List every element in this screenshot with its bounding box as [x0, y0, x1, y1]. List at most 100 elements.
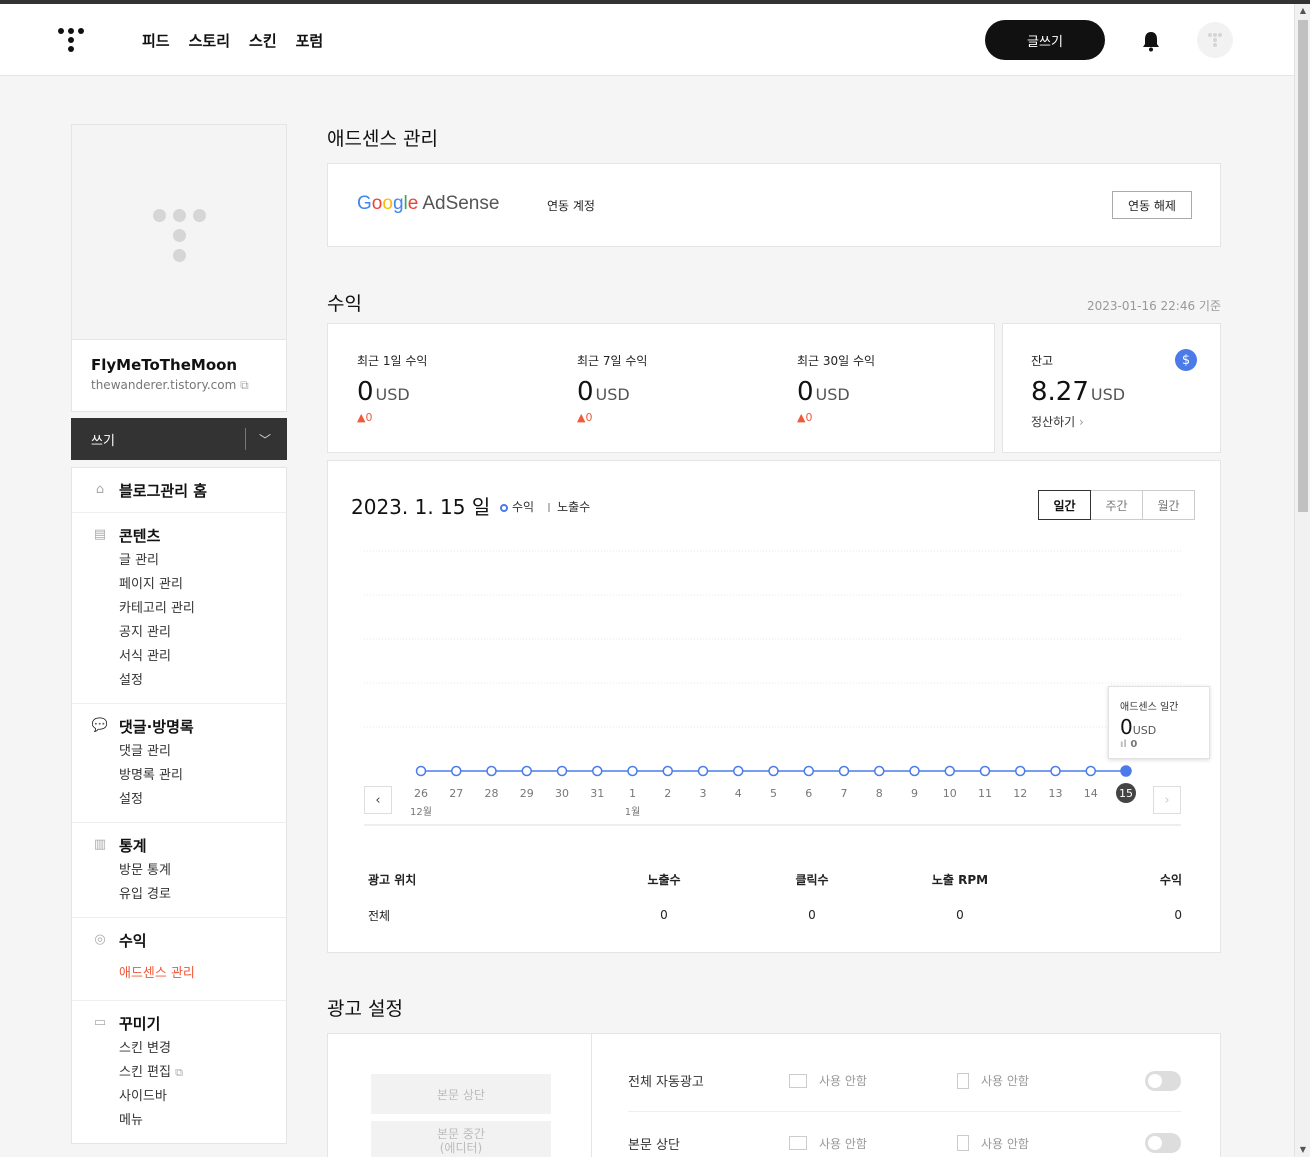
x-tick-label[interactable]: 15: [1119, 787, 1133, 800]
x-tick-label[interactable]: 30: [555, 787, 569, 800]
data-point[interactable]: [592, 765, 603, 777]
tistory-logo-icon[interactable]: [58, 28, 84, 54]
document-icon: ▤: [93, 527, 107, 542]
nav-feed[interactable]: 피드: [142, 30, 170, 51]
data-point[interactable]: [521, 765, 532, 777]
scroll-down-arrow-icon[interactable]: ▼: [1298, 1145, 1308, 1155]
sidebar-item-skin-edit[interactable]: 스킨 편집 ⧉: [72, 1061, 286, 1085]
write-post-button[interactable]: 글쓰기: [985, 20, 1105, 60]
x-tick-label[interactable]: 31: [590, 787, 604, 800]
data-point[interactable]: [1085, 765, 1096, 777]
ad-option-2[interactable]: 사용 안함: [957, 1072, 1125, 1089]
data-point[interactable]: [556, 765, 568, 777]
nav-skin[interactable]: 스킨: [249, 30, 277, 51]
ad-option-1[interactable]: 사용 안함: [789, 1135, 957, 1152]
blog-name[interactable]: FlyMeToTheMoon: [91, 356, 267, 374]
data-point[interactable]: [662, 765, 673, 777]
sidebar-item-page-manage[interactable]: 페이지 관리: [72, 573, 286, 597]
data-point[interactable]: [979, 765, 991, 777]
x-tick-label[interactable]: 2: [664, 787, 671, 800]
external-link-icon: ⧉: [175, 1066, 183, 1079]
sidebar-item-adsense-manage[interactable]: 애드센스 관리: [72, 962, 286, 986]
data-point[interactable]: [486, 765, 497, 777]
sidebar-item-referrer[interactable]: 유입 경로: [72, 883, 286, 907]
data-point[interactable]: [874, 765, 885, 777]
scrollbar-thumb[interactable]: [1298, 20, 1308, 512]
sidebar-item-comments[interactable]: 💬 댓글·방명록: [72, 716, 286, 736]
period-weekly-button[interactable]: 주간: [1090, 490, 1143, 520]
sidebar-item-guestbook-manage[interactable]: 방명록 관리: [72, 764, 286, 788]
x-tick-label[interactable]: 29: [520, 787, 534, 800]
chart-prev-button[interactable]: ‹: [364, 786, 392, 814]
sidebar-item-comment-manage[interactable]: 댓글 관리: [72, 740, 286, 764]
x-tick-label[interactable]: 9: [911, 787, 918, 800]
page-scrollbar[interactable]: ▲ ▼: [1294, 4, 1310, 1157]
ad-option-2[interactable]: 사용 안함: [957, 1135, 1125, 1152]
x-tick-label[interactable]: 8: [876, 787, 883, 800]
revenue-line-chart[interactable]: 26 27 28 29 30 31 1 2 3 4 5 6 7 8 9 10 11 12 13 14 1512월 1월: [328, 531, 1220, 831]
sidebar-item-notice-manage[interactable]: 공지 관리: [72, 621, 286, 645]
scroll-up-arrow-icon[interactable]: ▲: [1298, 6, 1308, 16]
data-point[interactable]: [909, 765, 920, 777]
data-point[interactable]: [451, 765, 462, 777]
sidebar-item-skin-change[interactable]: 스킨 변경: [72, 1037, 286, 1061]
sidebar-item-revenue[interactable]: ◎ 수익: [72, 930, 286, 950]
sidebar-item-sidebar[interactable]: 사이드바: [72, 1085, 286, 1109]
x-tick-label[interactable]: 4: [735, 787, 742, 800]
sidebar-item-stats[interactable]: ▥ 통계: [72, 835, 286, 855]
data-point[interactable]: [627, 765, 638, 777]
sidebar-item-category-manage[interactable]: 카테고리 관리: [72, 597, 286, 621]
sidebar-item-decorate[interactable]: ▭ 꾸미기: [72, 1013, 286, 1033]
x-tick-label[interactable]: 5: [770, 787, 777, 800]
data-point[interactable]: [415, 765, 427, 777]
unlink-button[interactable]: 연동 해제: [1112, 191, 1192, 219]
x-tick-label[interactable]: 7: [841, 787, 848, 800]
bell-icon[interactable]: [1141, 30, 1161, 52]
chart-next-button[interactable]: ›: [1153, 786, 1181, 814]
external-link-icon: ⧉: [240, 378, 249, 392]
top-header: 피드 스토리 스킨 포럼 글쓰기: [0, 4, 1294, 76]
x-tick-label[interactable]: 13: [1049, 787, 1063, 800]
period-daily-button[interactable]: 일간: [1038, 490, 1091, 520]
x-tick-label[interactable]: 28: [485, 787, 499, 800]
x-tick-label[interactable]: 10: [943, 787, 957, 800]
data-point[interactable]: [803, 765, 814, 777]
settle-link[interactable]: 정산하기 ›: [1031, 413, 1125, 430]
x-tick-label[interactable]: 14: [1084, 787, 1098, 800]
sidebar-item-post-manage[interactable]: 글 관리: [72, 549, 286, 573]
data-point[interactable]: [1050, 765, 1061, 777]
sidebar-item-home[interactable]: ⌂ 블로그관리 홈: [72, 480, 286, 500]
x-tick-label[interactable]: 3: [700, 787, 707, 800]
user-avatar[interactable]: [1197, 22, 1233, 58]
sidebar-item-visit-stats[interactable]: 방문 통계: [72, 859, 286, 883]
data-point[interactable]: [1120, 765, 1132, 777]
sidebar-item-content-settings[interactable]: 설정: [72, 669, 286, 693]
data-point[interactable]: [768, 765, 779, 777]
sidebar-write-button[interactable]: 쓰기 ﹀: [71, 418, 287, 460]
x-tick-label[interactable]: 6: [805, 787, 812, 800]
x-tick-label[interactable]: 11: [978, 787, 992, 800]
x-tick-label[interactable]: 12: [1013, 787, 1027, 800]
period-monthly-button[interactable]: 월간: [1142, 490, 1195, 520]
blog-thumbnail[interactable]: [71, 124, 287, 340]
ad-option-1[interactable]: 사용 안함: [789, 1072, 957, 1089]
sidebar-item-menu[interactable]: 메뉴: [72, 1109, 286, 1133]
data-point[interactable]: [944, 765, 955, 777]
blog-url[interactable]: thewanderer.tistory.com ⧉: [91, 378, 267, 393]
bar-marker-icon: ıl: [1120, 739, 1127, 750]
x-tick-label[interactable]: 27: [449, 787, 463, 800]
x-tick-label[interactable]: 1: [629, 787, 636, 800]
data-point[interactable]: [733, 765, 744, 777]
sidebar-item-comment-settings[interactable]: 설정: [72, 788, 286, 812]
sidebar-item-content[interactable]: ▤ 콘텐츠: [72, 525, 286, 545]
data-point[interactable]: [697, 765, 709, 777]
auto-ad-toggle[interactable]: [1145, 1070, 1181, 1091]
nav-story[interactable]: 스토리: [189, 30, 230, 51]
x-tick-label[interactable]: 26: [414, 787, 428, 800]
data-point[interactable]: [1015, 765, 1026, 777]
data-point[interactable]: [838, 765, 850, 777]
nav-forum[interactable]: 포럼: [296, 30, 324, 51]
top-ad-toggle[interactable]: [1145, 1133, 1181, 1153]
sidebar-item-template-manage[interactable]: 서식 관리: [72, 645, 286, 669]
chevron-down-icon[interactable]: ﹀: [259, 431, 271, 448]
